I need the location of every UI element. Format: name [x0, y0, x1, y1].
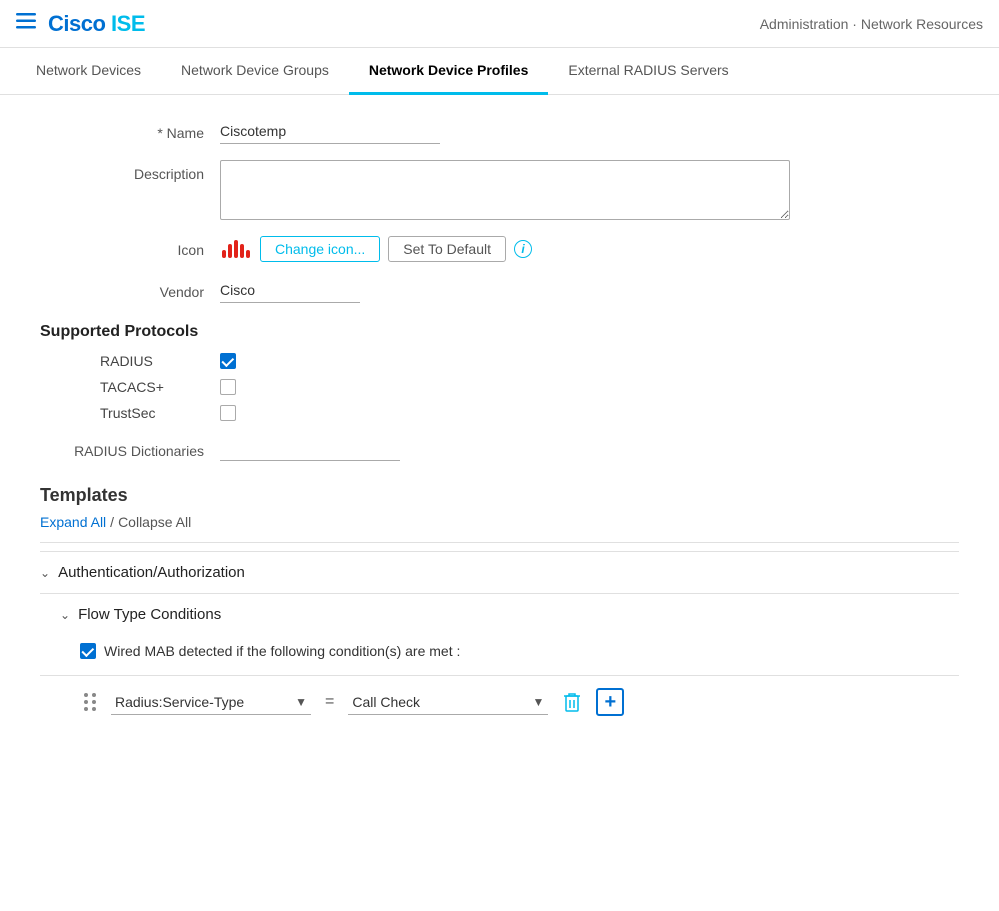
tab-external-radius-servers[interactable]: External RADIUS Servers	[548, 48, 748, 95]
vendor-label: Vendor	[40, 278, 220, 300]
wired-mab-condition: Wired MAB detected if the following cond…	[40, 635, 959, 667]
left-dropdown-wrapper: Radius:Service-Type Radius:NAS-Port-Type…	[111, 690, 311, 715]
auth-authz-title: Authentication/Authorization	[58, 564, 245, 581]
wired-mab-label: Wired MAB detected if the following cond…	[104, 643, 460, 659]
delete-condition-button[interactable]	[558, 688, 586, 716]
description-input[interactable]	[220, 160, 790, 220]
radius-label: RADIUS	[100, 353, 220, 369]
vendor-row: Vendor Cisco	[40, 278, 959, 303]
collapse-all-link[interactable]: Collapse All	[118, 514, 191, 530]
radius-dictionaries-row: RADIUS Dictionaries	[40, 441, 959, 461]
trustsec-protocol-row: TrustSec	[40, 405, 959, 421]
auth-authz-section: ⌄ Authentication/Authorization ⌄ Flow Ty…	[40, 551, 959, 728]
tacacs-label: TACACS+	[100, 379, 220, 395]
expand-collapse-controls: Expand All / Collapse All	[40, 514, 959, 530]
radius-protocol-row: RADIUS	[40, 353, 959, 369]
flow-type-section: ⌄ Flow Type Conditions Wired MAB detecte…	[40, 593, 959, 728]
supported-protocols-title: Supported Protocols	[40, 323, 959, 341]
wired-mab-checkbox[interactable]	[80, 643, 96, 659]
auth-authz-chevron-icon: ⌄	[40, 566, 50, 580]
tacacs-checkbox[interactable]	[220, 379, 236, 395]
flow-type-header[interactable]: ⌄ Flow Type Conditions	[40, 593, 959, 635]
icon-controls: Change icon... Set To Default i	[220, 236, 532, 262]
info-icon[interactable]: i	[514, 240, 532, 258]
radius-dictionaries-value	[220, 441, 400, 461]
description-label: Description	[40, 160, 220, 182]
trustsec-label: TrustSec	[100, 405, 220, 421]
add-condition-button[interactable]: +	[596, 688, 624, 716]
icon-row: Icon Change icon... Set To Default i	[40, 236, 959, 262]
vendor-value: Cisco	[220, 278, 360, 303]
set-to-default-button[interactable]: Set To Default	[388, 236, 506, 262]
change-icon-button[interactable]: Change icon...	[260, 236, 380, 262]
flow-type-chevron-icon: ⌄	[60, 608, 70, 622]
name-input[interactable]	[220, 119, 440, 144]
name-label: * Name	[40, 119, 220, 141]
trustsec-checkbox[interactable]	[220, 405, 236, 421]
tab-network-devices[interactable]: Network Devices	[16, 48, 161, 95]
left-dropdown[interactable]: Radius:Service-Type Radius:NAS-Port-Type…	[111, 690, 311, 715]
right-dropdown[interactable]: Call Check Framed Login Authenticate-Onl…	[348, 690, 548, 715]
templates-title: Templates	[40, 485, 959, 506]
auth-authz-header[interactable]: ⌄ Authentication/Authorization	[40, 551, 959, 593]
breadcrumb: Administration · Network Resources	[760, 16, 983, 32]
radius-dictionaries-label: RADIUS Dictionaries	[40, 443, 220, 459]
top-bar: Cisco ISE Administration · Network Resou…	[0, 0, 999, 48]
name-row: * Name	[40, 119, 959, 144]
app-logo: Cisco ISE	[48, 11, 145, 37]
expand-collapse-divider: /	[110, 514, 114, 530]
main-content: * Name Description Icon Change icon... S…	[0, 95, 999, 756]
cisco-logo-icon	[220, 238, 252, 260]
tab-network-device-profiles[interactable]: Network Device Profiles	[349, 48, 549, 95]
section-divider-top	[40, 542, 959, 543]
condition-bottom-row: Radius:Service-Type Radius:NAS-Port-Type…	[40, 675, 959, 728]
tacacs-protocol-row: TACACS+	[40, 379, 959, 395]
radius-checkbox[interactable]	[220, 353, 236, 369]
expand-all-link[interactable]: Expand All	[40, 514, 106, 530]
tab-network-device-groups[interactable]: Network Device Groups	[161, 48, 349, 95]
icon-label: Icon	[40, 236, 220, 258]
tab-bar: Network Devices Network Device Groups Ne…	[0, 48, 999, 95]
description-row: Description	[40, 160, 959, 220]
right-dropdown-wrapper: Call Check Framed Login Authenticate-Onl…	[348, 690, 548, 715]
flow-type-title: Flow Type Conditions	[78, 606, 221, 623]
equals-sign: =	[321, 693, 338, 711]
hamburger-icon[interactable]	[16, 12, 36, 35]
drag-handle-icon[interactable]	[80, 689, 101, 715]
